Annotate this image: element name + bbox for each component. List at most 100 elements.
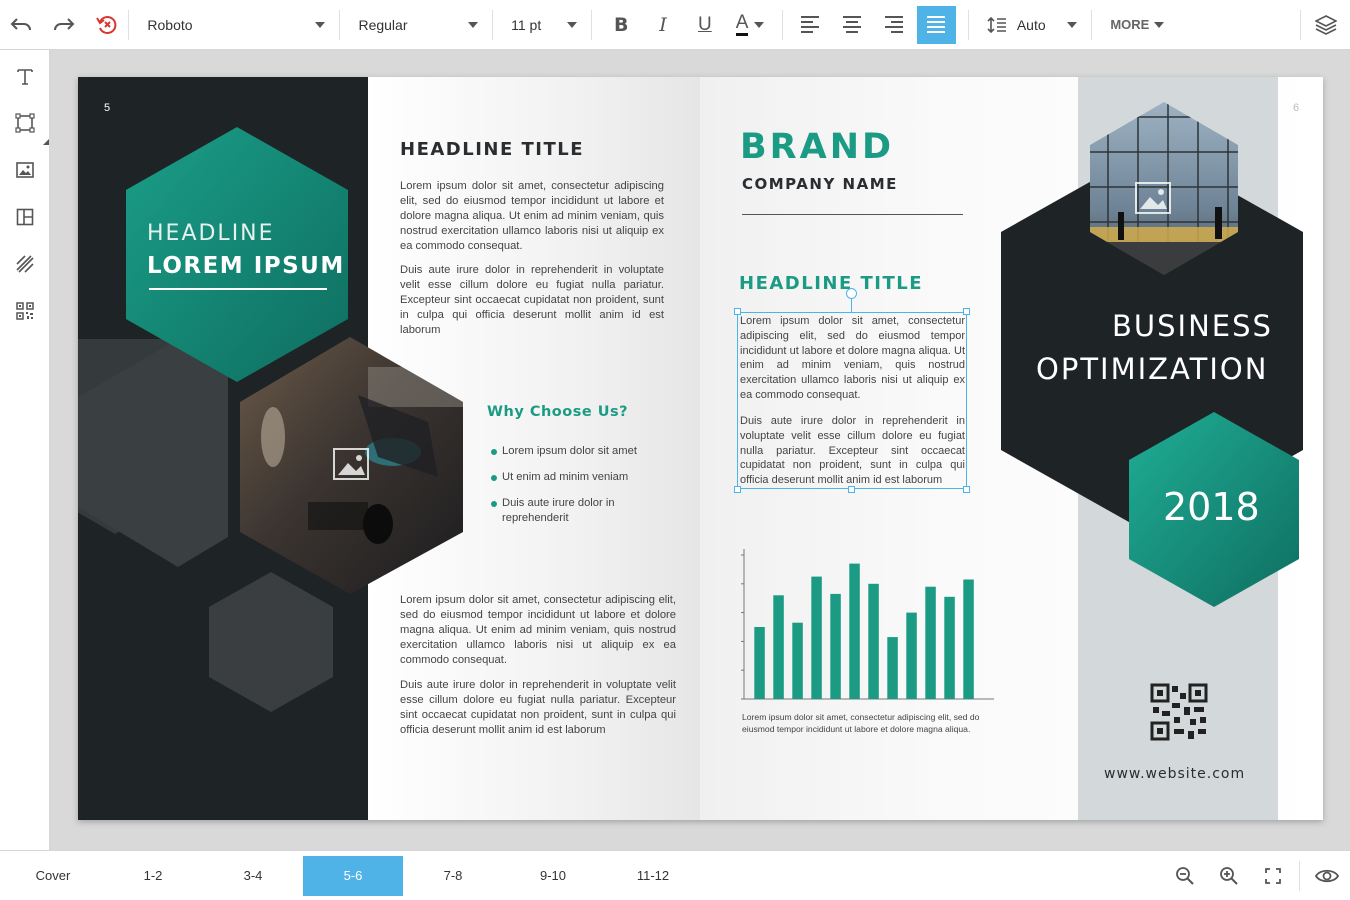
resize-handle[interactable] [848, 486, 855, 493]
chart-bar [792, 622, 803, 699]
why-choose-list: Lorem ipsum dolor sit amet Ut enim ad mi… [488, 444, 658, 537]
back-title-line2: OPTIMIZATION [1036, 352, 1269, 386]
align-justify-icon [927, 16, 946, 33]
italic-button[interactable]: I [642, 0, 684, 50]
eye-icon [1315, 869, 1339, 883]
image-tool-button[interactable] [0, 146, 50, 193]
image-tool-icon [16, 161, 34, 178]
hexagon-dark-3 [209, 572, 333, 712]
chart-bar [849, 563, 860, 699]
text-tool-button[interactable] [0, 52, 50, 99]
year-label: 2018 [1163, 485, 1260, 529]
resize-handle[interactable] [734, 486, 741, 493]
middle-paragraph-4: Duis aute irure dolor in reprehenderit i… [400, 679, 676, 736]
underline-button[interactable]: U [684, 0, 726, 50]
chart-bar [830, 593, 841, 699]
layers-icon [1314, 14, 1337, 35]
chart-bars [754, 563, 974, 699]
font-style-select[interactable]: Regular [340, 0, 492, 50]
brand-paragraph-2[interactable]: Duis aute irure dolor in reprehenderit i… [740, 414, 965, 488]
chevron-down-icon [1154, 21, 1165, 28]
pattern-tool-button[interactable] [0, 240, 50, 287]
tab-pages-7-8[interactable]: 7-8 [403, 856, 503, 896]
chart-caption: Lorem ipsum dolor sit amet, consectetur … [742, 712, 980, 734]
pattern-tool-icon [16, 254, 34, 273]
reset-icon[interactable] [86, 0, 129, 50]
middle-paragraph-1: Lorem ipsum dolor sit amet, consectetur … [400, 180, 664, 252]
align-center-button[interactable] [831, 0, 873, 50]
resize-handle[interactable] [963, 308, 970, 315]
resize-handle[interactable] [963, 486, 970, 493]
align-left-button[interactable] [789, 0, 831, 50]
preview-button[interactable] [1304, 851, 1350, 900]
fullscreen-button[interactable] [1251, 851, 1295, 900]
brand-headline-title: HEADLINE TITLE [739, 273, 924, 294]
more-button[interactable]: MORE [1092, 0, 1182, 50]
brand-title: BRAND [740, 127, 895, 167]
bold-button[interactable]: B [600, 0, 642, 50]
zoom-in-icon [1220, 867, 1238, 885]
layers-button[interactable] [1301, 0, 1350, 50]
text-tool-icon [17, 68, 33, 85]
brand-paragraph-1[interactable]: Lorem ipsum dolor sit amet, consectetur … [740, 314, 965, 403]
tab-pages-5-6[interactable]: 5-6 [303, 855, 403, 896]
tab-pages-11-12[interactable]: 11-12 [603, 856, 703, 896]
layout-tool-button[interactable] [0, 193, 50, 240]
font-family-value: Roboto [147, 16, 193, 33]
chevron-down-icon [1067, 21, 1078, 28]
view-tools [1163, 851, 1350, 900]
left-toolbar [0, 50, 50, 850]
toolbar-divider [591, 9, 593, 40]
qr-code-tool-button[interactable] [0, 287, 50, 334]
align-left-icon [801, 16, 820, 33]
chart-bar [925, 586, 936, 699]
cover-headline-underline [149, 288, 327, 290]
chart-bar [887, 637, 898, 699]
chevron-down-icon [754, 21, 765, 28]
shape-tool-button[interactable] [0, 99, 50, 146]
why-choose-title: Why Choose Us? [487, 404, 629, 420]
tab-pages-3-4[interactable]: 3-4 [203, 856, 303, 896]
undo-icon[interactable] [0, 0, 43, 50]
font-size-select[interactable]: 11 pt [493, 0, 591, 50]
chart-bar [944, 596, 955, 699]
font-family-select[interactable]: Roboto [129, 0, 339, 50]
bold-icon: B [613, 13, 629, 36]
chevron-down-icon [567, 21, 578, 28]
rotate-handle[interactable] [846, 288, 857, 299]
align-right-button[interactable] [873, 0, 915, 50]
company-name: COMPANY NAME [742, 175, 898, 193]
resize-handle[interactable] [734, 308, 741, 315]
brochure-spread: 5 6 HEADLINE LOREM IPSUM HEADLINE TITLE … [78, 77, 1323, 820]
qr-code-icon [1150, 683, 1208, 741]
middle-paragraph-3: Lorem ipsum dolor sit amet, consectetur … [400, 594, 676, 666]
cover-headline-line1: HEADLINE [147, 221, 275, 246]
line-spacing-select[interactable]: Auto [969, 0, 1092, 50]
cover-headline-line2: LOREM IPSUM [147, 253, 345, 279]
chart-bar [963, 579, 974, 699]
back-title-line1: BUSINESS [1112, 309, 1273, 343]
toolbar-divider [1299, 861, 1300, 891]
chart-bar [811, 576, 822, 699]
brand-divider [742, 214, 963, 215]
fullscreen-icon [1265, 868, 1281, 884]
website-label: www.website.com [1104, 766, 1246, 782]
align-center-icon [843, 16, 862, 33]
line-spacing-icon [987, 16, 1006, 33]
redo-icon[interactable] [43, 0, 86, 50]
chart-bar [754, 627, 765, 699]
align-justify-button[interactable] [916, 5, 956, 44]
chart-bar [773, 595, 784, 699]
text-color-button[interactable]: A [726, 0, 775, 50]
page-navigation-bar: Cover 1-2 3-4 5-6 7-8 9-10 11-12 [0, 850, 1350, 900]
tab-pages-1-2[interactable]: 1-2 [103, 856, 203, 896]
shape-tool-icon [15, 112, 35, 133]
zoom-in-button[interactable] [1207, 851, 1251, 900]
tab-cover[interactable]: Cover [3, 856, 103, 896]
selected-text-frame[interactable]: Lorem ipsum dolor sit amet, consectetur … [737, 312, 967, 489]
align-right-icon [885, 16, 904, 33]
tab-pages-9-10[interactable]: 9-10 [503, 856, 603, 896]
layout-tool-icon [16, 208, 34, 225]
italic-icon: I [659, 13, 667, 36]
zoom-out-button[interactable] [1163, 851, 1207, 900]
